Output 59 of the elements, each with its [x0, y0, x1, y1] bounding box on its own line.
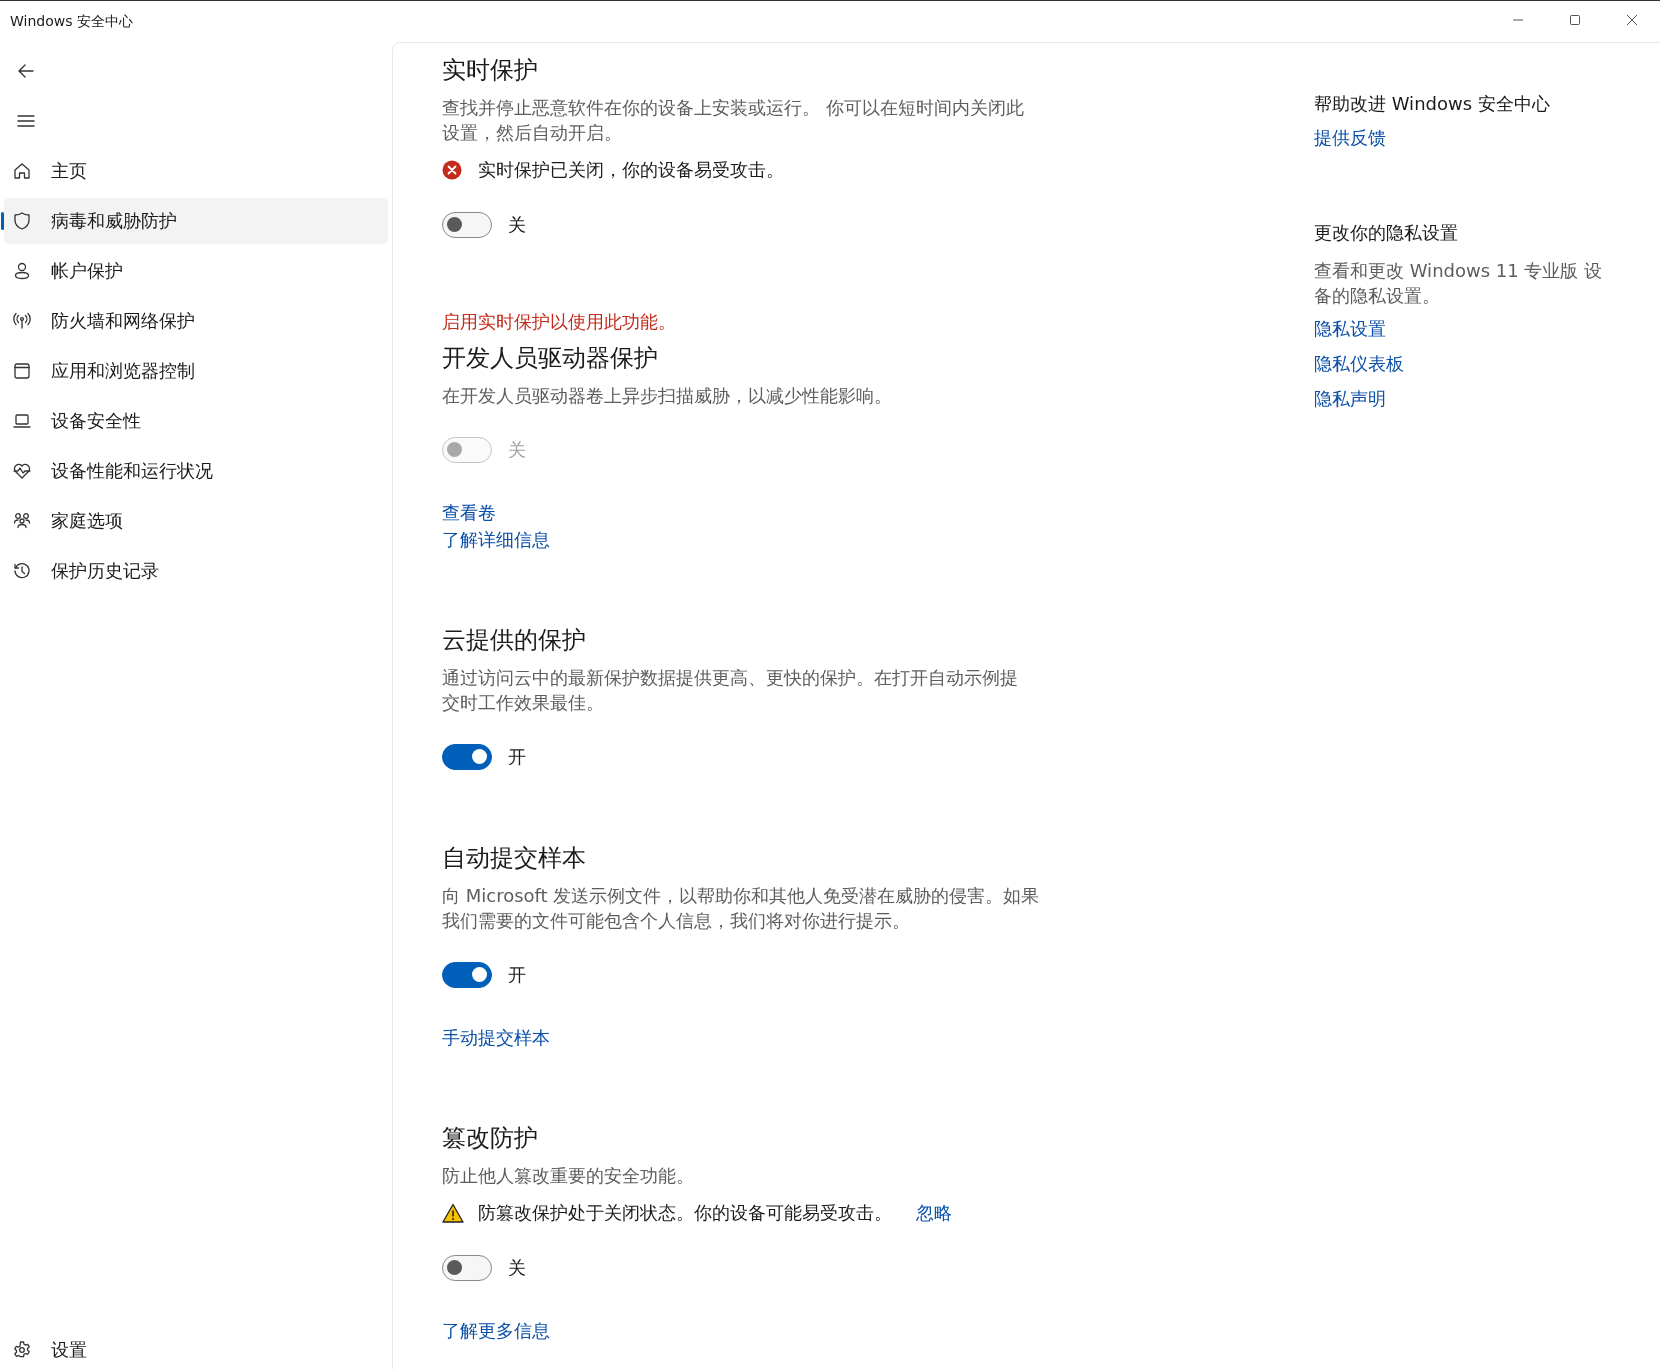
- nav-item[interactable]: 设备安全性: [4, 398, 388, 444]
- link[interactable]: 隐私仪表板: [1314, 351, 1404, 377]
- link[interactable]: 提供反馈: [1314, 125, 1386, 151]
- notice-text: 实时保护已关闭，你的设备易受攻击。: [478, 158, 784, 182]
- toggle-label: 开: [508, 745, 526, 769]
- toggle-switch[interactable]: [442, 1255, 492, 1281]
- nav-item[interactable]: 帐户保护: [4, 248, 388, 294]
- settings-button[interactable]: 设置: [4, 1332, 388, 1368]
- window-title: Windows 安全中心: [10, 12, 133, 31]
- nav-item[interactable]: 病毒和威胁防护: [4, 198, 388, 244]
- heart-pulse-icon: [12, 461, 32, 481]
- section-description: 查找并停止恶意软件在你的设备上安装或运行。 你可以在短时间内关闭此设置，然后自动开启。: [442, 96, 1025, 145]
- home-icon: [12, 161, 32, 181]
- history-icon: [12, 561, 32, 581]
- toggle-switch[interactable]: [442, 744, 492, 770]
- section-description: 通过访问云中的最新保护数据提供更高、更快的保护。在打开自动示例提交时工作效果最佳。: [442, 666, 1019, 715]
- link[interactable]: 查看卷: [442, 500, 496, 526]
- people-icon: [12, 511, 32, 531]
- aside-heading: 帮助改进 Windows 安全中心: [1314, 92, 1550, 116]
- link[interactable]: 隐私声明: [1314, 386, 1386, 412]
- toggle-label: 开: [508, 963, 526, 987]
- link[interactable]: 手动提交样本: [442, 1025, 550, 1051]
- section-title: 实时保护: [442, 55, 539, 86]
- toggle-label: 关: [508, 213, 526, 237]
- settings-icon: [12, 1340, 32, 1360]
- notice-text: 防篡改保护处于关闭状态。你的设备可能易受攻击。: [478, 1201, 892, 1225]
- section-title: 篡改防护: [442, 1123, 539, 1154]
- section-description: 在开发人员驱动器卷上异步扫描威胁，以减少性能影响。: [442, 384, 893, 408]
- link[interactable]: 隐私设置: [1314, 316, 1386, 342]
- person-icon: [12, 261, 32, 281]
- toggle-switch[interactable]: [442, 212, 492, 238]
- aside-description: 查看和更改 Windows 11 专业版 设备的隐私设置。: [1314, 259, 1604, 308]
- toggle-switch[interactable]: [442, 962, 492, 988]
- browser-window-icon: [12, 361, 32, 381]
- section-title: 开发人员驱动器保护: [442, 343, 659, 374]
- nav-item[interactable]: 保护历史记录: [4, 548, 388, 594]
- toggle-label: 关: [508, 438, 526, 462]
- close-icon: [1625, 14, 1638, 26]
- section-title: 自动提交样本: [442, 843, 587, 874]
- dismiss-link[interactable]: 忽略: [916, 1200, 952, 1226]
- link[interactable]: 了解更多信息: [442, 1318, 550, 1344]
- section-description: 防止他人篡改重要的安全功能。: [442, 1164, 695, 1188]
- link[interactable]: 了解详细信息: [442, 527, 550, 553]
- nav-item[interactable]: 防火墙和网络保护: [4, 298, 388, 344]
- maximize-icon: [1568, 14, 1581, 26]
- aside-heading: 更改你的隐私设置: [1314, 221, 1458, 245]
- error-icon: [442, 160, 464, 180]
- section-description: 向 Microsoft 发送示例文件，以帮助你和其他人免受潜在威胁的侵害。如果我们需要的文件可能包含个人信息，我们将对你进行提示。: [442, 884, 1041, 933]
- nav-item[interactable]: 应用和浏览器控制: [4, 348, 388, 394]
- requirement-text: 启用实时保护以使用此功能。: [442, 311, 677, 334]
- antenna-icon: [12, 311, 32, 331]
- warning-icon: [442, 1203, 464, 1223]
- laptop-icon: [12, 411, 32, 431]
- nav-item[interactable]: 家庭选项: [4, 498, 388, 544]
- nav-item[interactable]: 设备性能和运行状况: [4, 448, 388, 494]
- section-title: 云提供的保护: [442, 625, 587, 656]
- toggle-label: 关: [508, 1256, 526, 1280]
- nav-item[interactable]: 主页: [4, 148, 388, 194]
- shield-icon: [12, 211, 32, 231]
